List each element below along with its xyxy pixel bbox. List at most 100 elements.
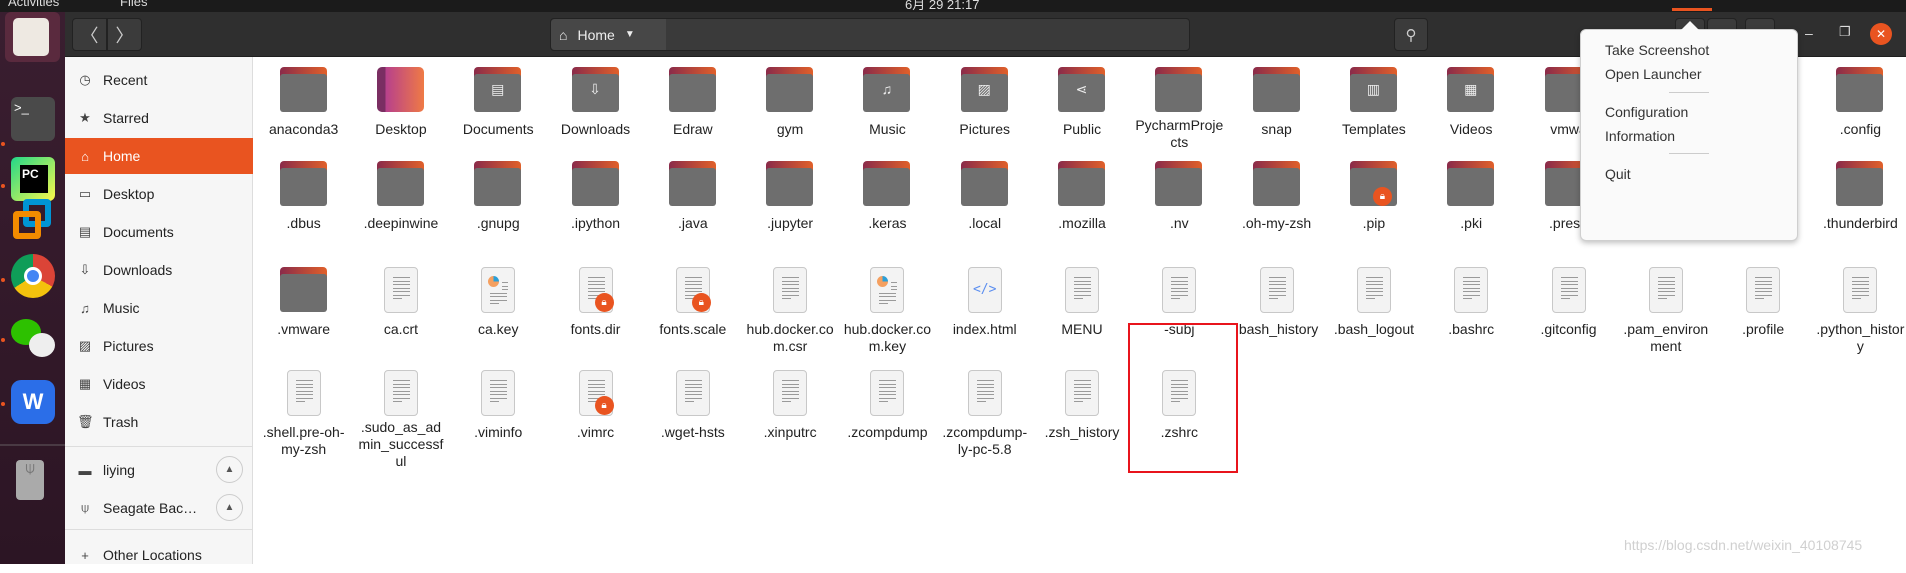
folder-item[interactable]: ⇩ Downloads: [547, 57, 644, 151]
file-item[interactable]: .pam_environment: [1617, 257, 1714, 360]
app-menu[interactable]: Files: [120, 0, 147, 9]
folder-item[interactable]: Desktop: [352, 57, 449, 151]
sidebar-item-starred[interactable]: ★ Starred: [65, 100, 253, 136]
sidebar-item-other-locations[interactable]: + Other Locations: [65, 537, 253, 573]
minimize-button[interactable]: –: [1805, 25, 1813, 41]
file-name: anaconda3: [268, 121, 339, 137]
file-item[interactable]: 🔒︎ fonts.dir: [547, 257, 644, 360]
file-item[interactable]: .bash_logout: [1325, 257, 1422, 360]
trash-icon: 🗑: [77, 414, 94, 429]
folder-item[interactable]: ▥ Templates: [1325, 57, 1422, 151]
folder-item[interactable]: ▤ Documents: [450, 57, 547, 151]
folder-item[interactable]: .config: [1812, 57, 1906, 151]
dock-chrome-icon[interactable]: [11, 254, 55, 298]
folder-item[interactable]: .gnupg: [450, 151, 547, 257]
star-icon: ★: [79, 110, 91, 125]
folder-item[interactable]: snap: [1228, 57, 1325, 151]
file-item[interactable]: .gitconfig: [1520, 257, 1617, 360]
folder-item[interactable]: .java: [644, 151, 741, 257]
file-item[interactable]: .zsh_history: [1033, 360, 1130, 470]
sidebar-device[interactable]: ▬ liying ▲: [65, 452, 253, 488]
menu-information[interactable]: Information: [1605, 128, 1675, 144]
sidebar-item-recent[interactable]: ◷ Recent: [65, 62, 253, 98]
folder-item[interactable]: .pki: [1423, 151, 1520, 257]
file-item[interactable]: hub.docker.com.key: [839, 257, 936, 360]
folder-item[interactable]: .nv: [1131, 151, 1228, 257]
folder-item[interactable]: .jupyter: [741, 151, 838, 257]
folder-item[interactable]: .deepinwine: [352, 151, 449, 257]
sidebar-item-pictures[interactable]: ▨ Pictures: [65, 328, 253, 364]
file-item[interactable]: .sudo_as_admin_successful: [352, 360, 449, 470]
file-item[interactable]: .python_history: [1812, 257, 1906, 360]
sidebar-device[interactable]: ⍦ Seagate Bac… ▲: [65, 490, 253, 526]
dock-terminal-icon[interactable]: >_: [11, 97, 55, 141]
search-button[interactable]: ⚲: [1394, 18, 1428, 51]
download-icon: ⇩: [79, 262, 91, 277]
folder-item[interactable]: .vmware: [255, 257, 352, 360]
file-item[interactable]: .profile: [1714, 257, 1811, 360]
file-item[interactable]: hub.docker.com.csr: [741, 257, 838, 360]
folder-item[interactable]: .ipython: [547, 151, 644, 257]
folder-item[interactable]: .oh-my-zsh: [1228, 151, 1325, 257]
dock-vmware-icon[interactable]: [11, 197, 55, 241]
file-item[interactable]: .zcompdump-ly-pc-5.8: [936, 360, 1033, 470]
file-item[interactable]: 🔒︎ fonts.scale: [644, 257, 741, 360]
dock-pycharm-icon[interactable]: PC: [11, 157, 55, 201]
folder-item[interactable]: ♫ Music: [839, 57, 936, 151]
file-item[interactable]: ca.crt: [352, 257, 449, 360]
folder-item[interactable]: anaconda3: [255, 57, 352, 151]
eject-icon[interactable]: ▲: [216, 494, 243, 521]
dock-usb-drive-icon[interactable]: ⍦: [16, 460, 44, 500]
sidebar-item-videos[interactable]: ▦ Videos: [65, 366, 253, 402]
sidebar-item-documents[interactable]: ▤ Documents: [65, 214, 253, 250]
sidebar-item-desktop[interactable]: ▭ Desktop: [65, 176, 253, 212]
folder-item[interactable]: PycharmProjects: [1131, 57, 1228, 151]
menu-open-launcher[interactable]: Open Launcher: [1605, 66, 1702, 82]
back-button[interactable]: 〈: [72, 18, 107, 51]
file-item[interactable]: .bashrc: [1423, 257, 1520, 360]
sidebar-item-music[interactable]: ♫ Music: [65, 290, 253, 326]
file-item[interactable]: .shell.pre-oh-my-zsh: [255, 360, 352, 470]
folder-item[interactable]: ▨ Pictures: [936, 57, 1033, 151]
folder-item[interactable]: .mozilla: [1033, 151, 1130, 257]
menu-configuration[interactable]: Configuration: [1605, 104, 1688, 120]
file-item[interactable]: ca.key: [450, 257, 547, 360]
folder-item[interactable]: Edraw: [644, 57, 741, 151]
folder-item[interactable]: .local: [936, 151, 1033, 257]
file-name: snap: [1261, 121, 1292, 137]
file-item[interactable]: MENU: [1033, 257, 1130, 360]
eject-icon[interactable]: ▲: [216, 456, 243, 483]
sidebar-item-trash[interactable]: 🗑 Trash: [65, 404, 253, 440]
sidebar-item-downloads[interactable]: ⇩ Downloads: [65, 252, 253, 288]
file-name: Videos: [1449, 121, 1493, 137]
maximize-button[interactable]: ❐: [1839, 24, 1851, 40]
file-item[interactable]: </> index.html: [936, 257, 1033, 360]
sidebar-item-home[interactable]: ⌂ Home: [65, 138, 253, 174]
dock-wechat-icon[interactable]: [11, 317, 55, 361]
menu-quit[interactable]: Quit: [1605, 166, 1631, 182]
forward-button[interactable]: 〉: [107, 18, 142, 51]
folder-icon: [474, 161, 522, 206]
close-button[interactable]: ✕: [1870, 23, 1892, 45]
dock-files[interactable]: [5, 12, 60, 62]
file-item[interactable]: .wget-hsts: [644, 360, 741, 470]
path-home-button[interactable]: ⌂ Home ▼: [551, 19, 666, 50]
location-bar[interactable]: ⌂ Home ▼: [550, 18, 1190, 51]
folder-item[interactable]: .thunderbird: [1812, 151, 1906, 257]
clock[interactable]: 6月 29 21:17: [905, 0, 979, 12]
folder-item[interactable]: .dbus: [255, 151, 352, 257]
folder-item[interactable]: .keras: [839, 151, 936, 257]
folder-item[interactable]: ▦ Videos: [1423, 57, 1520, 151]
activities-button[interactable]: Activities: [8, 0, 59, 9]
folder-item[interactable]: ⋖ Public: [1033, 57, 1130, 151]
folder-item[interactable]: 🔒︎ .pip: [1325, 151, 1422, 257]
folder-item[interactable]: gym: [741, 57, 838, 151]
file-item[interactable]: .bash_history: [1228, 257, 1325, 360]
menu-take-screenshot[interactable]: Take Screenshot: [1605, 42, 1709, 58]
dock-wps-icon[interactable]: W: [11, 380, 55, 424]
file-item[interactable]: .viminfo: [450, 360, 547, 470]
file-item[interactable]: 🔒︎ .vimrc: [547, 360, 644, 470]
file-name: .vmware: [277, 321, 331, 337]
file-item[interactable]: .zcompdump: [839, 360, 936, 470]
file-item[interactable]: .xinputrc: [741, 360, 838, 470]
